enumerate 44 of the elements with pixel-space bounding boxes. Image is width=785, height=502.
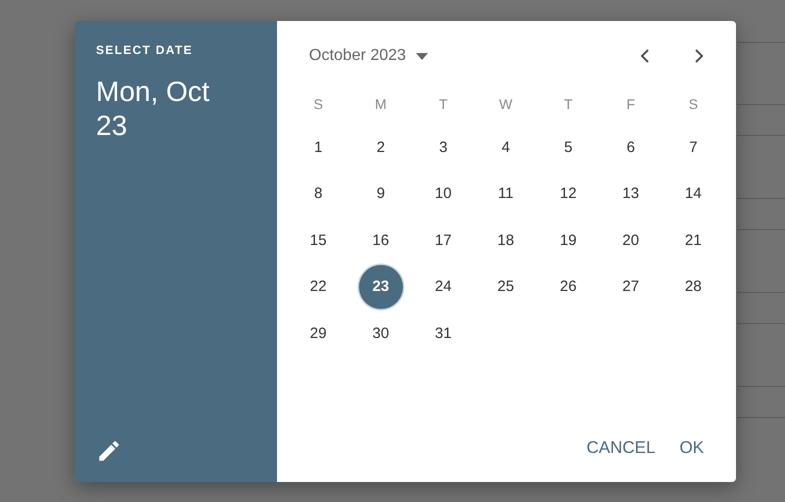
day-button[interactable]: 31 [421, 311, 466, 356]
day-button[interactable]: 17 [421, 218, 466, 262]
selected-date: Mon, Oct 23 [96, 75, 211, 143]
day-button[interactable]: 11 [484, 172, 528, 216]
day-button[interactable]: 28 [671, 264, 716, 309]
month-selector[interactable]: October 2023 [309, 47, 428, 65]
day-button[interactable]: 26 [546, 264, 590, 309]
day-button[interactable]: 27 [608, 264, 653, 309]
day-button[interactable]: 16 [358, 218, 403, 262]
day-button[interactable]: 13 [608, 172, 653, 216]
day-button[interactable]: 23 [358, 264, 403, 309]
day-button[interactable]: 20 [608, 218, 653, 262]
dialog-button[interactable]: CANCEL [580, 430, 662, 466]
day-button[interactable]: 21 [671, 218, 716, 262]
day-button[interactable]: 7 [671, 125, 716, 170]
day-button[interactable]: 10 [421, 172, 466, 216]
day-button[interactable]: 8 [296, 172, 340, 216]
day-button[interactable]: 18 [484, 218, 528, 262]
day-button[interactable]: 12 [546, 172, 590, 216]
caret-icon[interactable] [416, 52, 428, 60]
day-button[interactable]: 5 [546, 125, 590, 170]
day-button[interactable]: 29 [296, 311, 340, 356]
weekday-label: M [374, 96, 387, 112]
day-button[interactable]: 4 [484, 125, 528, 170]
day-button[interactable]: 6 [608, 125, 653, 170]
weekday-label: S [314, 96, 323, 112]
header-label: SELECT DATE [96, 43, 194, 57]
day-button[interactable]: 14 [671, 172, 716, 216]
day-button[interactable]: 19 [546, 218, 590, 262]
day-button[interactable]: 24 [421, 264, 466, 309]
day-button[interactable]: 15 [296, 218, 340, 262]
weekday-label: F [626, 96, 636, 112]
weekday-label: T [438, 96, 448, 112]
weekday-label: W [499, 96, 512, 112]
day-button[interactable]: 3 [421, 125, 466, 170]
day-button[interactable]: 22 [296, 264, 340, 309]
day-button[interactable]: 2 [358, 125, 403, 170]
dialog-button[interactable]: OK [673, 430, 710, 466]
weekday-label: T [564, 96, 573, 112]
weekday-label: S [688, 96, 698, 112]
day-button[interactable]: 25 [484, 264, 528, 309]
day-button[interactable]: 1 [296, 125, 340, 170]
day-button[interactable]: 30 [358, 311, 403, 356]
day-button[interactable]: 9 [358, 172, 403, 216]
